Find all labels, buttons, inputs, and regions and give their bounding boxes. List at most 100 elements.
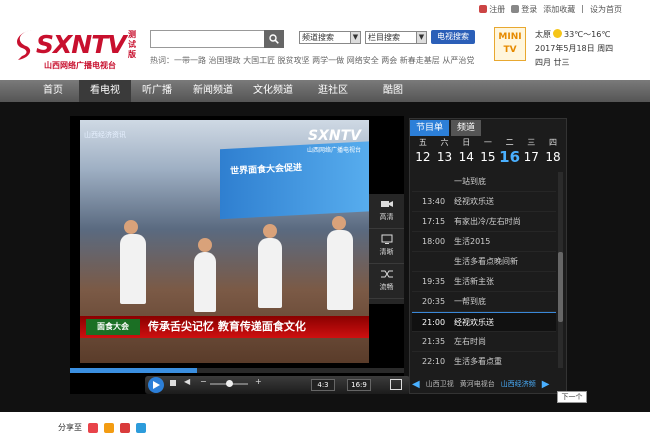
register-label: 注册 — [489, 5, 506, 14]
day-weekday: 二 — [505, 138, 514, 147]
hot-label: 热词： — [150, 56, 174, 65]
stop-button[interactable] — [170, 380, 176, 386]
ratio-4-3-button[interactable]: 4:3 — [311, 379, 335, 391]
quality-clear-button[interactable]: 清晰 — [369, 229, 404, 264]
day-picker: 五 12 六 13 日 14 一 15 二 16 三 17 四 18 — [412, 138, 564, 170]
progress-bar[interactable] — [70, 368, 404, 373]
program-title: 左右时尚 — [454, 337, 486, 346]
program-title: 经视欢乐送 — [454, 197, 494, 206]
channel-item-active[interactable]: 山西经济频 — [501, 379, 536, 389]
day-weekday: 六 — [440, 138, 449, 147]
ratio-16-9-button[interactable]: 16:9 — [347, 379, 371, 391]
channel-item[interactable]: 黄河电视台 — [460, 379, 495, 389]
nav-item-radio[interactable]: 听广播 — [131, 80, 183, 102]
program-row[interactable]: 22:10 生活多看点重 — [412, 352, 556, 368]
quality-hd-button[interactable]: 高清 — [369, 194, 404, 229]
day-weekday: 三 — [527, 138, 536, 147]
nav-item-community[interactable]: 逛社区 — [303, 80, 363, 102]
weibo-icon[interactable] — [88, 422, 98, 433]
play-button[interactable] — [148, 377, 164, 393]
program-row[interactable]: 21:35 左右时尚 — [412, 332, 556, 352]
day-item[interactable]: 一 15 — [477, 138, 499, 170]
mini-tv-button[interactable]: MINI TV — [494, 27, 526, 61]
nav-item-news[interactable]: 新闻频道 — [183, 80, 243, 102]
tv-search-button[interactable]: 电视搜索 — [431, 30, 475, 44]
person-head — [332, 216, 346, 230]
volume-knob[interactable] — [226, 380, 233, 387]
program-title: 生活多看点重 — [454, 357, 502, 366]
weather-weekday: 周四 — [597, 44, 614, 53]
day-item[interactable]: 五 12 — [412, 138, 434, 170]
program-row[interactable]: 13:40 经视欢乐送 — [412, 192, 556, 212]
day-item[interactable]: 三 17 — [520, 138, 542, 170]
weather-city: 太原 — [535, 30, 551, 39]
program-title: 一站到底 — [454, 177, 486, 186]
nav-item-home[interactable]: 首页 — [27, 80, 79, 102]
volume-icon[interactable]: ◀ — [184, 377, 190, 386]
person-figure — [327, 230, 353, 310]
site-logo[interactable]: SXNTV 山西网络广播电视台 — [14, 28, 127, 72]
camera-icon — [380, 201, 393, 207]
chevron-down-icon: ▼ — [416, 32, 426, 43]
share-label: 分享至 — [58, 423, 82, 432]
favorite-link[interactable]: 添加收藏 — [543, 4, 575, 15]
program-time: 13:40 — [422, 197, 446, 206]
tab-schedule[interactable]: 节目单 — [410, 120, 450, 136]
day-item[interactable]: 六 13 — [434, 138, 456, 170]
day-number: 12 — [415, 150, 431, 164]
program-list: 一站到底 13:40 经视欢乐送 17:15 有家出冷/左右时尚 18:00 生活2015 生… — [412, 172, 556, 368]
play-icon — [152, 381, 160, 389]
channel-search-select[interactable]: 频道搜索 ▼ — [299, 31, 361, 44]
program-list-scrollbar[interactable] — [558, 172, 563, 368]
weather-temp: 33℃～16℃ — [564, 30, 611, 39]
program-row[interactable]: 生活多看点晚间新 — [412, 252, 556, 272]
day-item[interactable]: 二 16 — [499, 138, 521, 170]
volume-down-button[interactable]: − — [200, 377, 207, 386]
chevron-down-icon: ▼ — [350, 32, 360, 43]
next-tooltip: 下一个 — [557, 391, 587, 403]
login-link[interactable]: 登录 — [511, 4, 537, 15]
renren-icon[interactable] — [120, 422, 130, 433]
video-corner-text: 山西经济资讯 — [84, 131, 126, 139]
fullscreen-icon[interactable] — [390, 379, 402, 390]
volume-up-button[interactable]: + — [255, 377, 262, 386]
top-bar: 注册 登录 添加收藏 | 设为首页 — [0, 0, 650, 20]
program-time: 21:00 — [422, 318, 446, 327]
search-button[interactable] — [264, 30, 284, 48]
guide-tabs: 节目单 频道 — [410, 120, 483, 136]
program-row[interactable]: 20:35 一帮到底 — [412, 292, 556, 312]
nav-item-culture[interactable]: 文化频道 — [243, 80, 303, 102]
lock-icon — [511, 5, 520, 13]
program-row[interactable]: 21:00 经视欢乐送 — [412, 312, 556, 332]
homepage-link[interactable]: 设为首页 — [590, 4, 622, 15]
day-number: 16 — [499, 148, 521, 166]
mini-tv-line1: MINI — [498, 32, 522, 42]
tencent-weibo-icon[interactable] — [104, 422, 114, 433]
tab-channels[interactable]: 频道 — [451, 120, 482, 136]
quality-smooth-button[interactable]: 流畅 — [369, 264, 404, 299]
program-time: 21:35 — [422, 337, 446, 346]
column-search-select[interactable]: 栏目搜索 ▼ — [365, 31, 427, 44]
channel-item[interactable]: 山西卫视 — [426, 379, 454, 389]
day-item[interactable]: 日 14 — [455, 138, 477, 170]
register-link[interactable]: 注册 — [479, 4, 505, 15]
person-head — [198, 238, 212, 252]
program-row[interactable]: 18:00 生活2015 — [412, 232, 556, 252]
day-item[interactable]: 四 18 — [542, 138, 564, 170]
logo-text: SXNTV — [36, 30, 127, 59]
quality-hd-label: 高清 — [379, 213, 394, 221]
program-row[interactable]: 19:35 生活新主张 — [412, 272, 556, 292]
video-frame[interactable]: 世界面食大会促进 山西经济资讯 SXNTV 山西网络广播电视台 传承舌尖记忆 教… — [80, 120, 369, 363]
prev-channel-button[interactable]: ◀ — [412, 379, 420, 390]
nav-item-tv[interactable]: 看电视 — [79, 80, 131, 102]
next-channel-button[interactable]: ▶ — [542, 379, 550, 390]
hot-list[interactable]: 一带一路 治国理政 大国工匠 脱贫攻坚 两学一做 网络安全 两会 新春走基层 从… — [174, 56, 474, 65]
program-row[interactable]: 17:15 有家出冷/左右时尚 — [412, 212, 556, 232]
quality-clear-label: 清晰 — [379, 248, 394, 256]
scrollbar-thumb[interactable] — [558, 252, 563, 322]
nav-item-pictures[interactable]: 酷图 — [363, 80, 423, 102]
qzone-icon[interactable] — [136, 422, 146, 433]
program-time: 18:00 — [422, 237, 446, 246]
program-row[interactable]: 一站到底 — [412, 172, 556, 192]
day-number: 14 — [458, 150, 474, 164]
